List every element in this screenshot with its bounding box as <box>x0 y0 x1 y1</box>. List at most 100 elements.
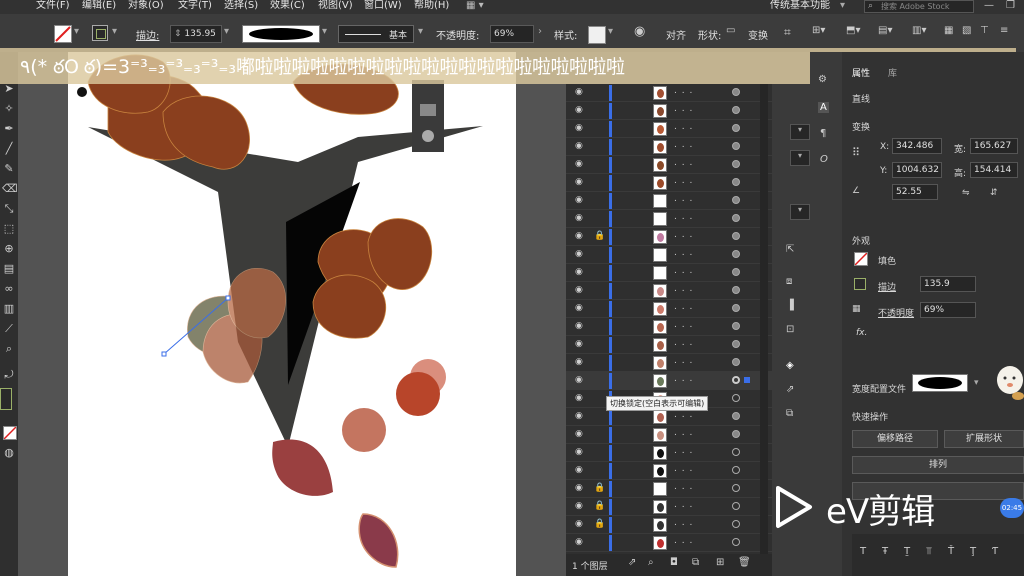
align-panel-icon[interactable]: ▐ <box>786 300 794 311</box>
target-circle-icon[interactable] <box>732 484 740 492</box>
color-guide-icon[interactable]: ⚙ <box>818 74 827 85</box>
none-color-button[interactable] <box>3 426 17 440</box>
stroke-swatch[interactable] <box>92 25 108 41</box>
tab-properties[interactable]: 属性 <box>852 66 870 79</box>
target-circle-icon[interactable] <box>732 376 740 384</box>
shape-builder-tool-icon[interactable]: ⊕ <box>2 242 16 256</box>
flip-horizontal-icon[interactable]: ⇋ <box>962 188 970 198</box>
scale-tool-icon[interactable]: ⤡ <box>2 202 16 216</box>
layer-row[interactable]: ◉ . . . <box>566 462 772 480</box>
visibility-eye-icon[interactable]: ◉ <box>575 285 587 295</box>
blend-tool-icon[interactable]: ∞ <box>2 282 16 296</box>
target-circle-icon[interactable] <box>732 448 740 456</box>
layer-row[interactable]: ◉ . . . <box>566 354 772 372</box>
target-circle-icon[interactable] <box>732 286 740 294</box>
lock-icon[interactable]: 🔒 <box>594 231 605 241</box>
graph-tool-icon[interactable]: ▥ <box>2 302 16 316</box>
panel-menu-icon[interactable]: ≡ <box>1000 25 1008 36</box>
paragraph-panel-icon[interactable]: ¶ <box>820 128 826 139</box>
target-circle-icon[interactable] <box>732 232 740 240</box>
align-left-icon[interactable]: ▥▾ <box>912 25 926 36</box>
arrange-documents-icon[interactable]: ▦ ▾ <box>466 0 484 12</box>
target-circle-icon[interactable] <box>732 106 740 114</box>
new-sublayer-icon[interactable]: ⧉ <box>692 557 699 568</box>
target-circle-icon[interactable] <box>732 358 740 366</box>
arrange-button[interactable]: 排列 <box>852 456 1024 474</box>
visibility-eye-icon[interactable]: ◉ <box>575 195 587 205</box>
visibility-eye-icon[interactable]: ◉ <box>575 249 587 259</box>
visibility-eye-icon[interactable]: ◉ <box>575 501 587 511</box>
free-transform-tool-icon[interactable]: ⬚ <box>2 222 16 236</box>
layer-row[interactable]: ◉ 🔒 . . . <box>566 480 772 498</box>
graphic-style-swatch[interactable] <box>588 26 606 44</box>
align-right-icon[interactable]: ▧ <box>962 25 971 36</box>
target-circle-icon[interactable] <box>732 160 740 168</box>
selection-tool-icon[interactable]: ➤ <box>2 82 16 96</box>
layer-row[interactable]: ◉ . . . <box>566 282 772 300</box>
visibility-eye-icon[interactable]: ◉ <box>575 339 587 349</box>
visibility-eye-icon[interactable]: ◉ <box>575 447 587 457</box>
layer-row[interactable]: ◉ . . . <box>566 138 772 156</box>
layer-row[interactable]: ◉ . . . <box>566 174 772 192</box>
target-circle-icon[interactable] <box>732 538 740 546</box>
width-profile-chevron-icon[interactable]: ▾ <box>974 378 979 388</box>
target-circle-icon[interactable] <box>732 466 740 474</box>
target-circle-icon[interactable] <box>732 304 740 312</box>
visibility-eye-icon[interactable]: ◉ <box>575 159 587 169</box>
stroke-color-swatch[interactable] <box>854 278 866 290</box>
visibility-eye-icon[interactable]: ◉ <box>575 105 587 115</box>
layer-row[interactable]: ◉ . . . <box>566 300 772 318</box>
opacity-field-props[interactable]: 69% <box>920 302 976 318</box>
layers-scrollbar[interactable] <box>760 84 768 554</box>
path-type-icon[interactable]: Ṯ <box>904 546 910 557</box>
visibility-eye-icon[interactable]: ◉ <box>575 537 587 547</box>
stroke-weight-field[interactable]: ⇕ 135.95 <box>170 25 222 43</box>
shape-label[interactable]: 形状: <box>698 27 721 42</box>
layer-row[interactable]: ◉ . . . <box>566 192 772 210</box>
transform-panel-icon[interactable]: ⊡ <box>786 324 794 335</box>
layer-row[interactable]: ◉ . . . <box>566 120 772 138</box>
visibility-eye-icon[interactable]: ◉ <box>575 465 587 475</box>
layer-row[interactable]: ◉ . . . <box>566 372 772 390</box>
variable-width-profile[interactable] <box>242 25 320 43</box>
expand-shape-button[interactable]: 扩展形状 <box>944 430 1024 448</box>
layer-row[interactable]: ◉ 🔒 . . . <box>566 228 772 246</box>
layer-row[interactable]: ◉ . . . <box>566 426 772 444</box>
target-circle-icon[interactable] <box>732 502 740 510</box>
menu-help[interactable]: 帮助(H) <box>414 0 449 12</box>
target-circle-icon[interactable] <box>732 88 740 96</box>
target-circle-icon[interactable] <box>732 124 740 132</box>
stroke-dropdown-icon[interactable]: ▾ <box>112 26 117 37</box>
vertical-type-icon[interactable]: ⫪ <box>926 546 932 557</box>
layer-row[interactable]: ◉ . . . <box>566 336 772 354</box>
select-similar-icon[interactable]: ⊞▾ <box>812 25 825 36</box>
layer-row[interactable]: ◉ . . . <box>566 318 772 336</box>
effects-icon[interactable]: fx. <box>856 328 867 338</box>
menu-type[interactable]: 文字(T) <box>178 0 212 12</box>
layer-row[interactable]: ◉ . . . <box>566 246 772 264</box>
lock-icon[interactable]: 🔒 <box>594 501 605 511</box>
menu-file[interactable]: 文件(F) <box>36 0 70 12</box>
locate-object-icon[interactable]: ⌕ <box>648 557 654 568</box>
target-circle-icon[interactable] <box>732 268 740 276</box>
visibility-eye-icon[interactable]: ◉ <box>575 393 587 403</box>
opacity-label[interactable]: 不透明度: <box>436 27 479 42</box>
area-type-icon[interactable]: Ŧ <box>882 546 888 557</box>
layer-row[interactable]: ◉ 🔒 . . . <box>566 516 772 534</box>
visibility-eye-icon[interactable]: ◉ <box>575 519 587 529</box>
new-layer-icon[interactable]: ⊞ <box>716 557 724 568</box>
layer-row[interactable]: ◉ . . . <box>566 210 772 228</box>
visibility-eye-icon[interactable]: ◉ <box>575 411 587 421</box>
type-tool-icon[interactable]: T <box>860 546 866 557</box>
pencil-tool-icon[interactable]: ✎ <box>2 162 16 176</box>
h-field[interactable]: 154.414 <box>970 162 1018 178</box>
stroke-label-props[interactable]: 描边 <box>878 280 896 293</box>
menu-view[interactable]: 视图(V) <box>318 0 353 12</box>
menu-select[interactable]: 选择(S) <box>224 0 258 12</box>
menu-object[interactable]: 对象(O) <box>128 0 164 12</box>
line-tool-icon[interactable]: ╱ <box>2 142 16 156</box>
target-circle-icon[interactable] <box>732 178 740 186</box>
layer-row[interactable]: ◉ . . . <box>566 444 772 462</box>
visibility-eye-icon[interactable]: ◉ <box>575 483 587 493</box>
w-field[interactable]: 165.627 <box>970 138 1018 154</box>
